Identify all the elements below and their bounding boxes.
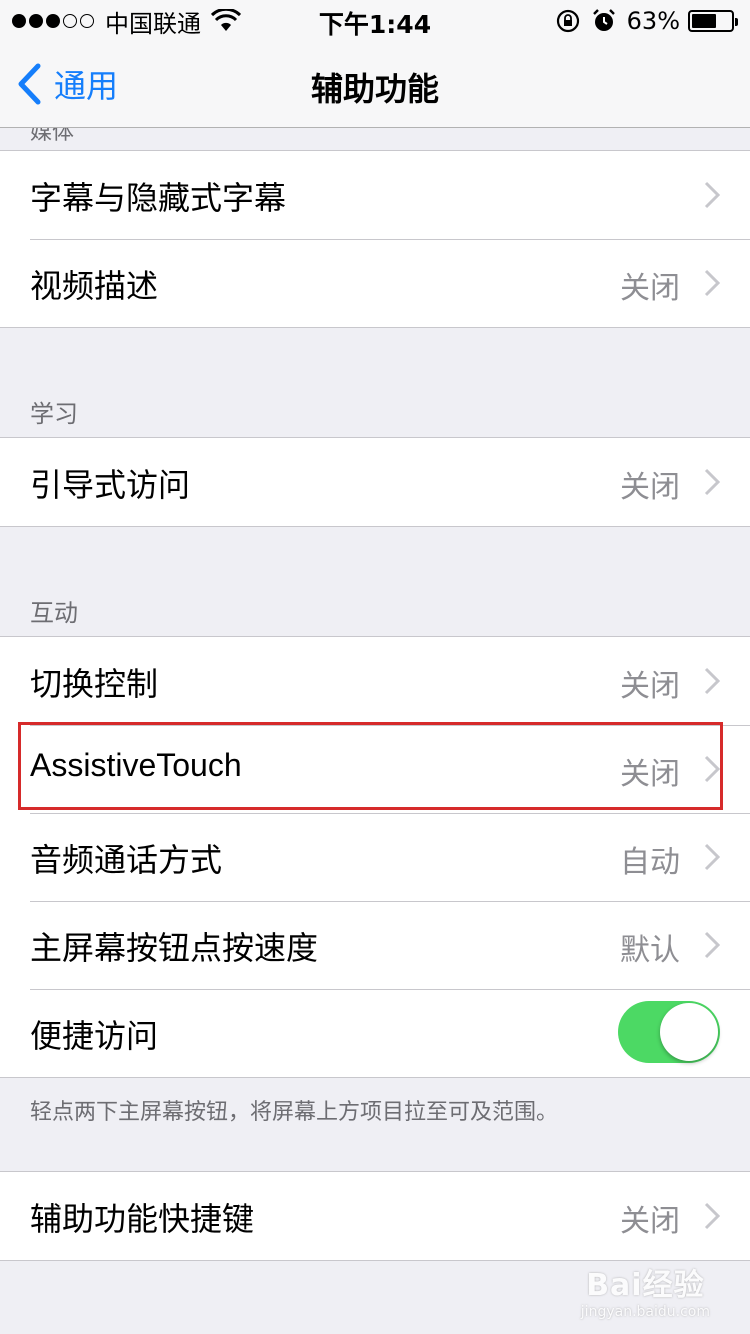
list-item-assistivetouch[interactable]: AssistiveTouch 关闭 [0,725,750,813]
toggle-knob [660,1003,718,1061]
learning-group: 引导式访问 关闭 [0,437,750,527]
row-label: 辅助功能快捷键 [30,1200,255,1238]
chevron-right-icon [704,468,720,496]
section-header-interaction: 互动 [30,599,78,627]
page-title: 辅助功能 [310,70,439,108]
battery-fill [692,14,716,28]
row-label: AssistiveTouch [30,747,242,783]
list-item-reachability: 便捷访问 [0,989,750,1077]
battery-percent: 63% [626,7,680,35]
chevron-right-icon [704,667,720,695]
row-label: 主屏幕按钮点按速度 [30,929,319,967]
list-item-switch-control[interactable]: 切换控制 关闭 [0,637,750,725]
row-value: 默认 [620,933,680,968]
status-bar: 中国联通 下午1:44 63% [0,0,750,40]
battery-icon [688,10,738,32]
row-label: 便捷访问 [30,1017,159,1055]
row-label: 引导式访问 [30,466,191,504]
list-item-guided-access[interactable]: 引导式访问 关闭 [0,438,750,526]
chevron-right-icon [704,1202,720,1230]
row-label: 音频通话方式 [30,841,223,879]
chevron-right-icon [704,931,720,959]
row-value: 关闭 [620,669,680,704]
rotation-lock-icon [556,9,579,33]
watermark-url: jingyan.baidu.com [580,1304,710,1320]
alarm-icon [592,9,615,31]
row-value: 关闭 [620,1204,680,1239]
watermark: Bai经验 jingyan.baidu.com [581,1260,710,1320]
interaction-group: 切换控制 关闭 AssistiveTouch 关闭 音频通话方式 自动 主屏幕按… [0,636,750,1078]
list-item-accessibility-shortcut[interactable]: 辅助功能快捷键 关闭 [0,1172,750,1260]
row-label: 视频描述 [30,267,159,305]
list-item-call-audio-routing[interactable]: 音频通话方式 自动 [0,813,750,901]
section-header-media: 媒体 [30,128,75,145]
settings-list[interactable]: 媒体 字幕与隐藏式字幕 视频描述 关闭 学习 引导式访问 关闭 互动 切换控制 … [0,128,750,1334]
row-value: 关闭 [620,757,680,792]
chevron-right-icon [704,843,720,871]
list-item-captions[interactable]: 字幕与隐藏式字幕 [0,151,750,239]
section-header-learning: 学习 [30,400,78,428]
navigation-bar: 通用 辅助功能 [0,40,750,128]
row-value: 关闭 [620,470,680,505]
row-value: 关闭 [620,271,680,306]
interaction-footer-note: 轻点两下主屏幕按钮，将屏幕上方项目拉至可及范围。 [30,1100,559,1125]
battery-tip [735,18,738,26]
shortcut-group: 辅助功能快捷键 关闭 [0,1171,750,1261]
chevron-right-icon [704,269,720,297]
row-label: 切换控制 [30,665,159,703]
status-bar-right: 63% [555,6,738,36]
list-item-home-click-speed[interactable]: 主屏幕按钮点按速度 默认 [0,901,750,989]
media-group: 字幕与隐藏式字幕 视频描述 关闭 [0,150,750,328]
chevron-right-icon [704,181,720,209]
row-label: 字幕与隐藏式字幕 [30,179,287,217]
chevron-right-icon [704,755,720,783]
row-value: 自动 [620,845,680,880]
list-item-video-descriptions[interactable]: 视频描述 关闭 [0,239,750,327]
reachability-toggle[interactable] [618,1001,720,1063]
watermark-logo: Bai经验 [586,1268,705,1303]
